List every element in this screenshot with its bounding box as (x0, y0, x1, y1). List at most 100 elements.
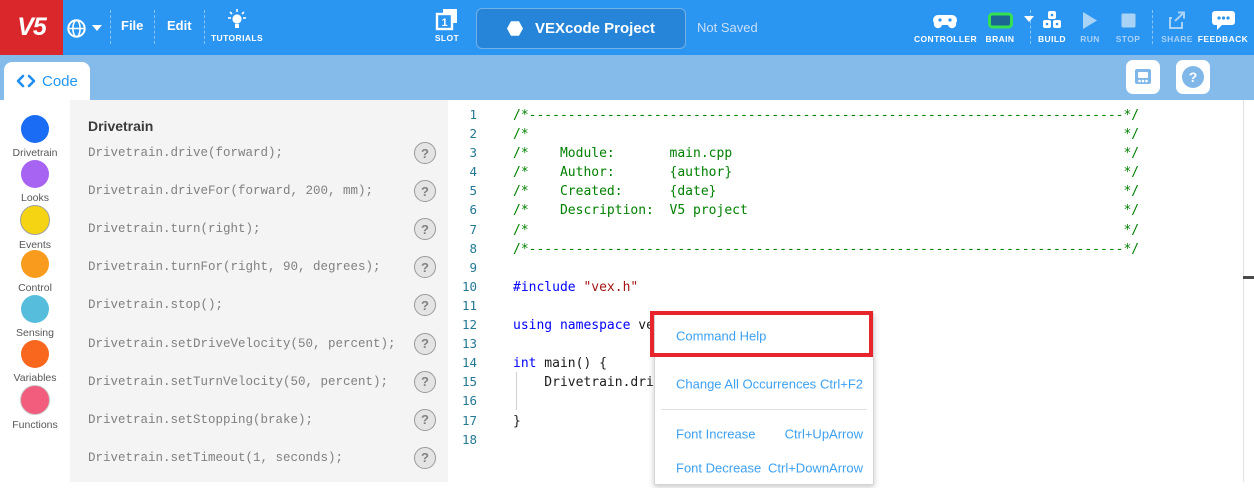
menu-item-shortcut: Ctrl+DownArrow (768, 461, 863, 476)
line-number: 9 (448, 258, 477, 277)
print-console-button[interactable] (1126, 60, 1160, 94)
line-number: 6 (448, 200, 477, 219)
line-number: 5 (448, 181, 477, 200)
command-row[interactable]: Drivetrain.turn(right);? (70, 212, 448, 246)
code-line[interactable]: 4/* Author: {author} */ (448, 162, 1254, 181)
line-number: 18 (448, 430, 477, 449)
share-button[interactable]: SHARE (1159, 8, 1195, 44)
menu-item-font-decrease[interactable]: Font DecreaseCtrl+DownArrow (655, 448, 873, 488)
command-text: Drivetrain.turn(right); (88, 222, 261, 236)
command-row[interactable]: Drivetrain.setStopping(brake);? (70, 403, 448, 437)
category-label: Functions (0, 419, 70, 431)
command-help-button[interactable]: ? (414, 180, 436, 202)
command-row[interactable]: Drivetrain.drive(forward);? (70, 136, 448, 170)
code-token: main() { (536, 356, 606, 371)
command-row[interactable]: Drivetrain.driveFor(forward, 200, mm);? (70, 174, 448, 208)
code-token: /* Description: V5 project */ (513, 203, 1139, 218)
code-line[interactable]: 2/* */ (448, 124, 1254, 143)
hexagon-icon (507, 21, 523, 37)
sidebar-item-control[interactable]: Control (0, 250, 70, 294)
command-text: Drivetrain.turnFor(right, 90, degrees); (88, 260, 381, 274)
sidebar-item-drivetrain[interactable]: Drivetrain (0, 115, 70, 159)
menu-item-shortcut: Ctrl+UpArrow (785, 427, 863, 442)
sidebar-item-sensing[interactable]: Sensing (0, 295, 70, 339)
lightbulb-icon (208, 7, 266, 31)
category-sidebar: DrivetrainLooksEvents Control SensingVaria… (0, 100, 70, 482)
tab-code[interactable]: Code (4, 62, 90, 100)
menu-item-command-help[interactable]: Command Help (655, 314, 873, 358)
command-help-button[interactable]: ? (414, 409, 436, 431)
tutorials-button[interactable]: TUTORIALS (208, 7, 266, 43)
code-token: /* */ (513, 223, 1139, 238)
slot-button[interactable]: 1 SLOT (428, 7, 466, 43)
file-menu[interactable]: File (121, 18, 143, 33)
line-number: 4 (448, 162, 477, 181)
sidebar-item-looks[interactable]: Looks (0, 160, 70, 204)
category-dot (21, 115, 49, 143)
sidebar-item-functions[interactable]: Functions (0, 385, 70, 431)
line-number: 2 (448, 124, 477, 143)
code-line[interactable]: 6 /* Description: V5 project */ (448, 200, 1254, 219)
sidebar-item-events[interactable]: Events (0, 205, 70, 251)
code-line[interactable]: 3/* Module: main.cpp */ (448, 143, 1254, 162)
sidebar-item-variables[interactable]: Variables (0, 340, 70, 384)
chevron-down-icon (1024, 16, 1034, 22)
category-label: Sensing (0, 327, 70, 339)
code-line[interactable]: 7/* */ (448, 220, 1254, 239)
code-token (552, 318, 560, 333)
line-number: 12 (448, 315, 477, 334)
command-help-button[interactable]: ? (414, 371, 436, 393)
build-button[interactable]: BUILD (1035, 8, 1069, 44)
command-row[interactable]: Drivetrain.turnFor(right, 90, degrees);? (70, 250, 448, 284)
brain-icon (978, 8, 1022, 32)
command-row[interactable]: Drivetrain.setTurnVelocity(50, percent);… (70, 365, 448, 399)
question-mark-icon: ? (1182, 66, 1204, 88)
command-row[interactable]: Drivetrain.setDriveVelocity(50, percent)… (70, 327, 448, 361)
line-number: 1 (448, 105, 477, 124)
line-number: 3 (448, 143, 477, 162)
command-help-button[interactable]: ? (414, 333, 436, 355)
category-label: Control (0, 282, 70, 294)
command-help-button[interactable]: ? (414, 142, 436, 164)
menu-item-label: Command Help (676, 329, 766, 344)
command-help-button[interactable]: ? (414, 218, 436, 240)
line-number: 13 (448, 334, 477, 353)
code-line[interactable]: 10#include "vex.h" (448, 277, 1254, 296)
palette-header: Drivetrain (88, 118, 153, 134)
command-row[interactable]: Drivetrain.stop();? (70, 288, 448, 322)
menu-separator (661, 409, 867, 410)
code-token: using (513, 318, 552, 333)
share-icon (1159, 8, 1195, 32)
category-dot (21, 340, 49, 368)
code-line[interactable]: 1/*-------------------------------------… (448, 105, 1254, 124)
brain-button[interactable]: BRAIN (978, 8, 1022, 44)
tab-code-label: Code (42, 73, 78, 90)
project-name-button[interactable]: VEXcode Project (476, 8, 686, 49)
command-help-button[interactable]: ? (414, 294, 436, 316)
command-text: Drivetrain.drive(forward); (88, 146, 283, 160)
command-help-button[interactable]: ? (414, 447, 436, 469)
code-line[interactable]: 8/*-------------------------------------… (448, 239, 1254, 258)
controller-button[interactable]: CONTROLLER (914, 8, 976, 44)
toolbar-divider (154, 10, 155, 44)
help-button[interactable]: ? (1176, 60, 1210, 94)
toolbar-divider (1152, 10, 1153, 44)
stop-button[interactable]: STOP (1113, 8, 1143, 44)
command-help-button[interactable]: ? (414, 256, 436, 278)
feedback-button[interactable]: FEEDBACK (1196, 8, 1250, 44)
run-button[interactable]: RUN (1077, 8, 1103, 44)
menu-item-change-all-occurrences[interactable]: Change All OccurrencesCtrl+F2 (655, 364, 873, 404)
edit-menu[interactable]: Edit (167, 18, 192, 33)
overview-ruler-mark (1243, 276, 1254, 279)
feedback-bubble-icon (1196, 8, 1250, 32)
language-menu[interactable] (66, 14, 110, 42)
command-text: Drivetrain.driveFor(forward, 200, mm); (88, 184, 373, 198)
code-line[interactable]: 5/* Created: {date} */ (448, 181, 1254, 200)
chevron-down-icon (92, 25, 102, 31)
code-line[interactable]: 9 (448, 258, 1254, 277)
line-number: 15 (448, 372, 477, 391)
play-icon (1077, 8, 1103, 32)
category-dot (20, 205, 50, 235)
command-row[interactable]: Drivetrain.setTimeout(1, seconds);? (70, 441, 448, 475)
command-text: Drivetrain.setDriveVelocity(50, percent)… (88, 337, 396, 351)
